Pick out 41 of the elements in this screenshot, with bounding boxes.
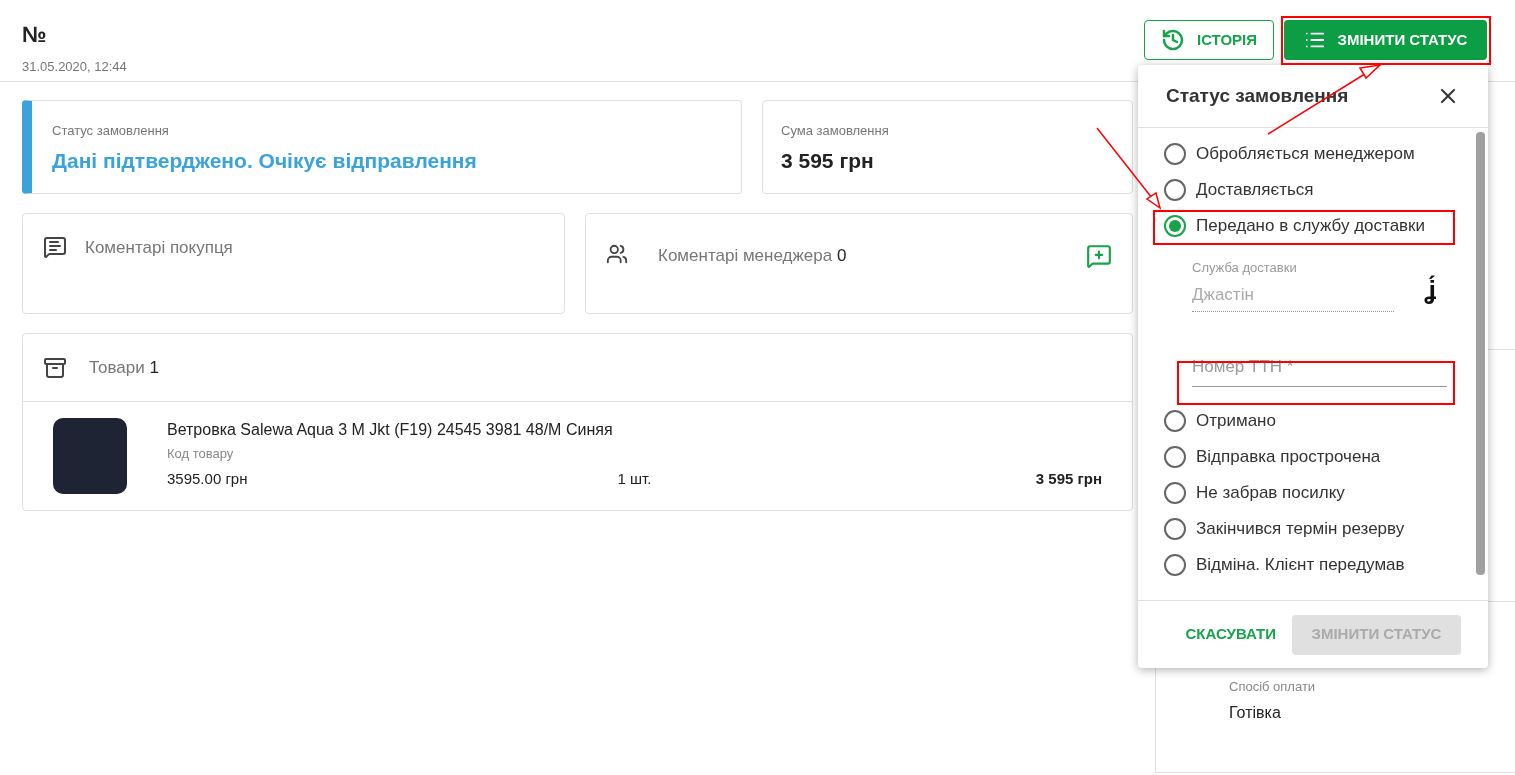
radio-button[interactable] (1164, 553, 1186, 576)
sum-label: Сума замовлення (781, 122, 890, 140)
scrollbar-thumb[interactable] (1476, 132, 1485, 575)
status-option[interactable]: Доставляється (1164, 172, 1476, 208)
status-option[interactable]: Відправка прострочена (1164, 438, 1476, 475)
product-quantity: 1 шт. (617, 468, 652, 489)
radio-button[interactable] (1164, 143, 1186, 165)
radio-button[interactable] (1164, 179, 1186, 201)
box-icon (43, 355, 67, 380)
radio-button[interactable] (1164, 215, 1186, 237)
payment-value: Готівка (1229, 702, 1282, 723)
change-status-button[interactable]: ЗМІНИТИ СТАТУС (1284, 20, 1487, 60)
people-icon (606, 243, 628, 265)
product-name: Ветровка Salewa Aqua 3 M Jkt (F19) 24545 3981 48/M Синяя (167, 420, 614, 440)
manager-comments-label: Коментарі менеджера 0 (658, 245, 847, 267)
product-total: 3 595 грн (1034, 468, 1102, 489)
add-comment-icon (1086, 243, 1112, 269)
status-option[interactable]: Передано в службу доставки (1164, 208, 1476, 244)
history-icon (1160, 28, 1185, 52)
radio-button[interactable] (1164, 409, 1186, 432)
status-option[interactable]: Не забрав посилку (1164, 474, 1476, 511)
comment-icon (43, 235, 67, 259)
status-option[interactable]: Обробляється менеджером (1164, 136, 1476, 172)
products-label: Товари 1 (89, 356, 159, 379)
status-label: Статус замовлення (52, 122, 170, 140)
radio-button[interactable] (1164, 445, 1186, 468)
product-price: 3595.00 грн (167, 468, 249, 489)
order-date: 31.05.2020, 12:44 (22, 58, 127, 76)
sum-value: 3 595 грн (781, 147, 875, 174)
add-comment-button[interactable] (1086, 243, 1112, 269)
payment-label: Спосіб оплати (1229, 678, 1317, 696)
radio-button[interactable] (1164, 517, 1186, 540)
status-option[interactable]: Отримано (1164, 402, 1476, 439)
radio-button[interactable] (1164, 481, 1186, 504)
buyer-comments-label: Коментарі покупця (85, 237, 233, 259)
product-code-label: Код товару (167, 445, 235, 463)
status-option[interactable]: Відміна. Клієнт передумав (1164, 546, 1476, 583)
order-title: № (22, 21, 48, 49)
status-option[interactable]: Закінчився термін резерву (1164, 510, 1476, 547)
delivery-mark: ʝ́ (1424, 273, 1436, 307)
status-value: Дані підтверджено. Очікує відправлення (52, 147, 478, 174)
